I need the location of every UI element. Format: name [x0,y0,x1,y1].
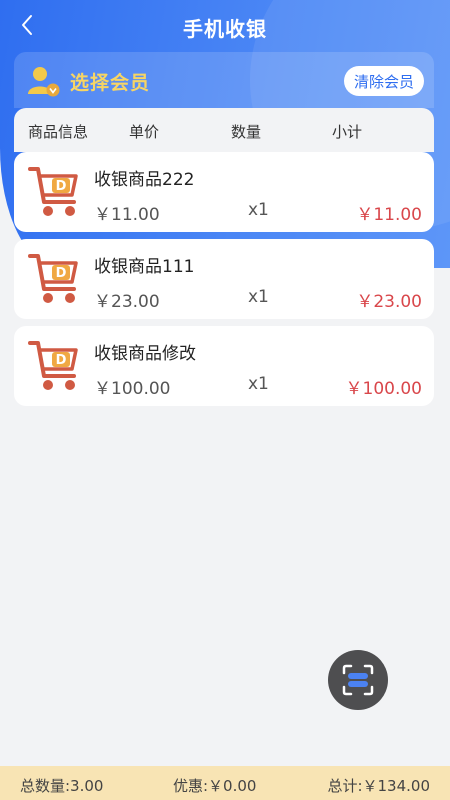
column-header-info: 商品信息 [28,123,89,141]
discount-amount: 优惠:￥0.00 [173,777,257,795]
table-header: 商品信息 单价 数量 小计 [14,108,434,152]
product-quantity: x1 [248,200,269,220]
shopping-cart-icon: D [28,254,78,303]
member-bar: 选择会员 清除会员 [14,52,434,108]
member-user-icon [28,67,60,97]
column-header-price: 单价 [129,123,160,141]
scan-icon [342,664,374,696]
product-price: ￥23.00 [94,292,160,312]
total-quantity: 总数量:3.00 [20,777,104,795]
product-name: 收银商品222 [94,170,195,190]
product-quantity: x1 [248,287,269,307]
column-header-qty: 数量 [231,123,262,141]
product-name: 收银商品修改 [94,344,196,364]
shopping-cart-icon: D [28,341,78,390]
product-price: ￥100.00 [94,379,171,399]
page-title: 手机收银 [183,17,267,41]
product-quantity: x1 [248,374,269,394]
product-item[interactable]: D 收银商品修改 ￥100.00 x1 ￥100.00 [14,326,434,406]
shopping-cart-icon: D [28,167,78,216]
select-member-link[interactable]: 选择会员 [70,68,150,95]
product-item[interactable]: D 收银商品111 ￥23.00 x1 ￥23.00 [14,239,434,319]
total-amount: 总计:￥134.00 [327,777,430,795]
clear-member-button[interactable]: 清除会员 [343,66,424,96]
svg-text:D: D [56,353,67,368]
product-subtotal: ￥11.00 [356,205,422,225]
product-subtotal: ￥100.00 [345,379,422,399]
summary-footer: 总数量:3.00 优惠:￥0.00 总计:￥134.00 [0,766,450,800]
product-item[interactable]: D 收银商品222 ￥11.00 x1 ￥11.00 [14,152,434,232]
svg-text:D: D [56,179,67,194]
svg-text:D: D [56,266,67,281]
product-name: 收银商品111 [94,257,195,277]
product-subtotal: ￥23.00 [356,292,422,312]
product-price: ￥11.00 [94,205,160,225]
column-header-subtotal: 小计 [332,123,363,141]
top-bar: 手机收银 [0,0,450,52]
product-list: D 收银商品222 ￥11.00 x1 ￥11.00 D 收银商品111 ￥23… [14,152,434,413]
scan-button[interactable] [328,650,388,710]
